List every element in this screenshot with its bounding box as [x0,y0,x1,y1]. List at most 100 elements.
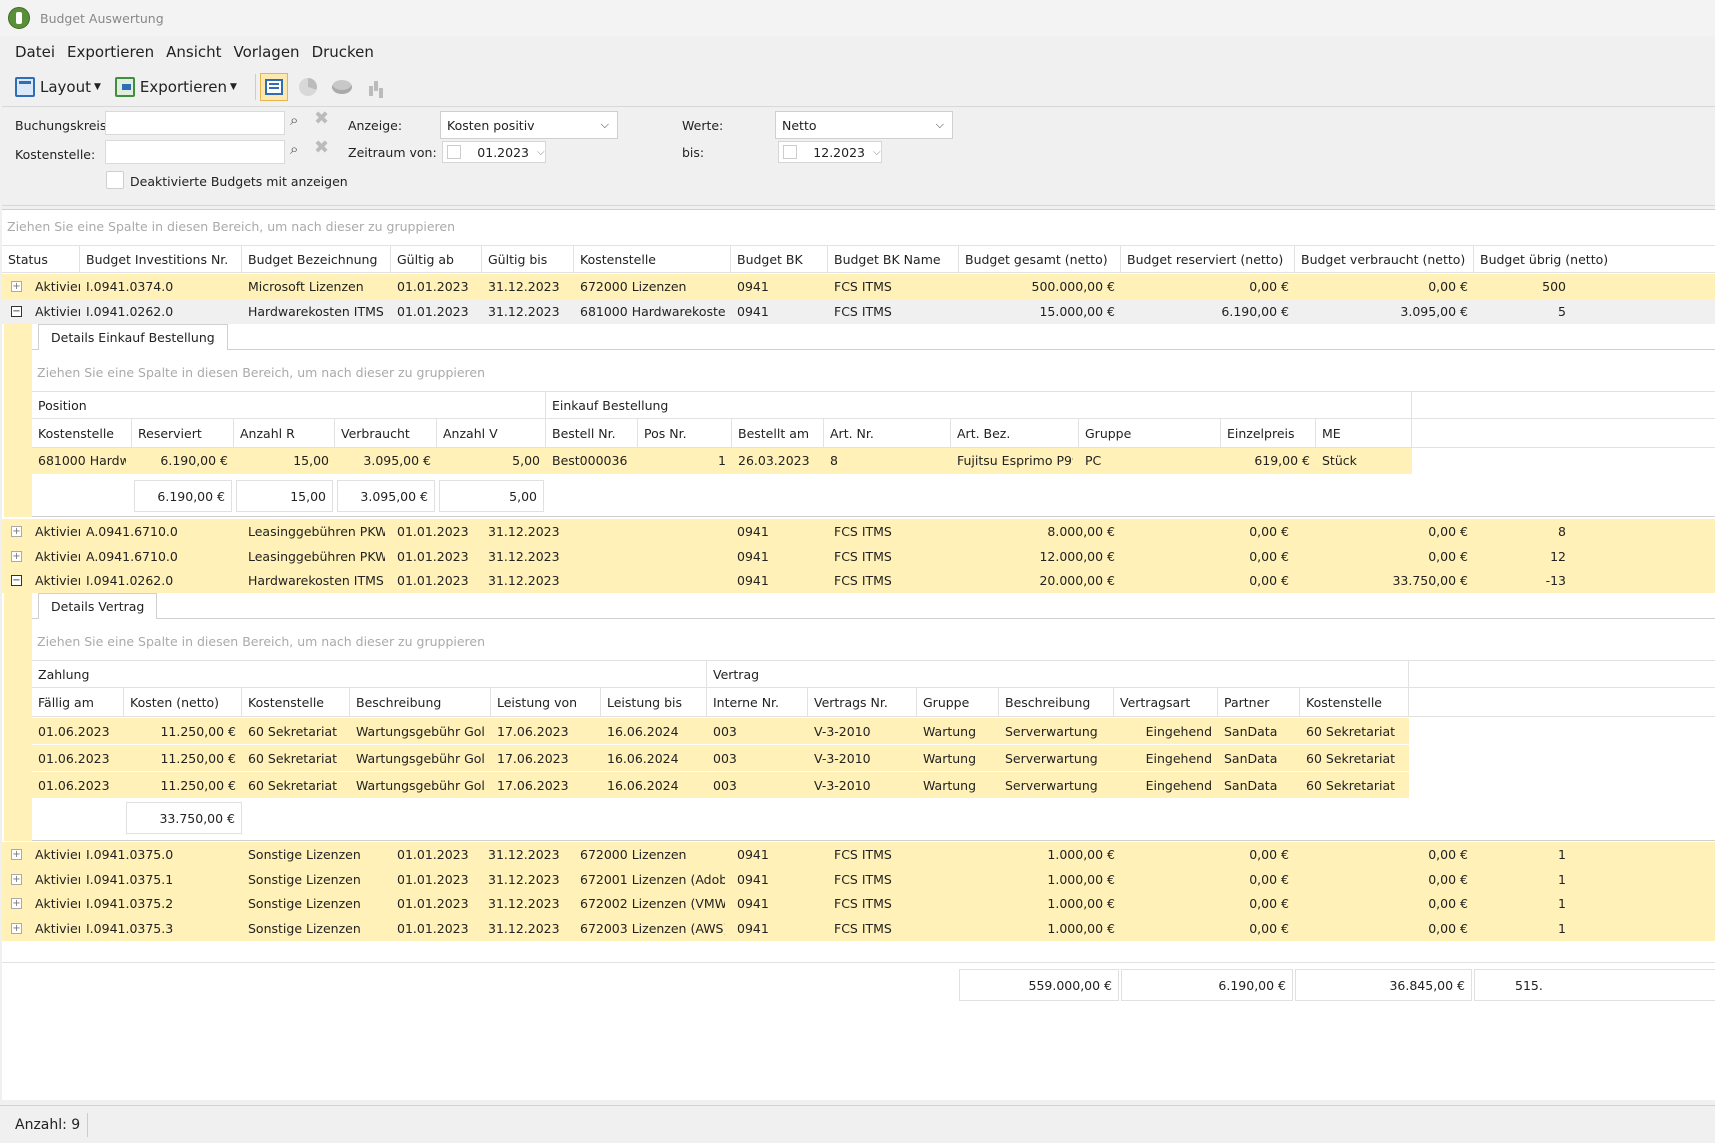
anzeige-select[interactable]: Kosten positiv ⌵ [440,111,618,139]
expand-icon[interactable]: + [11,551,22,562]
header-budget-bk-name[interactable]: Budget BK Name [828,246,959,272]
detail2-header-cell[interactable]: Kostenstelle [1300,688,1409,716]
header-bezeichnung[interactable]: Budget Bezeichnung [242,246,391,272]
detail2-cell: SanData [1224,724,1278,739]
detail2-tab-line [32,618,1715,619]
budget-row[interactable]: + Aktiviert I.0941.0374.0 Microsoft Lizenze… [2,274,1715,299]
menu-ansicht[interactable]: Ansicht [160,43,227,61]
budget-row[interactable]: + Aktiviert A.0941.6710.0 Leasinggebühren P… [2,519,1715,544]
detail1-header-cell[interactable]: ME [1316,419,1412,447]
budget-row[interactable]: − Aktiviert I.0941.0262.0 Hardwarekosten IT… [2,299,1715,324]
budget-cell: 0,00 € [1249,549,1289,564]
budget-cell: 0941 [737,549,769,564]
bis-checkbox[interactable] [783,145,797,159]
detail1-header-cell[interactable]: Reserviert [132,419,234,447]
detail2-header-cell[interactable]: Vertragsart [1114,688,1218,716]
table-view-button[interactable] [259,73,288,101]
werte-select[interactable]: Netto ⌵ [775,111,953,139]
detail1-header-cell[interactable]: Anzahl R [234,419,335,447]
budget-cell: Leasinggebühren PKW [248,524,385,539]
layout-button[interactable]: Layout ▼ [15,77,101,97]
detail2-row[interactable]: 01.06.2023 11.250,00 € 60 Sekretariat Wartu… [32,772,1409,798]
detail2-header-cell[interactable]: Kostenstelle [242,688,350,716]
detail1-header-cell[interactable]: Verbraucht [335,419,437,447]
detail1-header-cell[interactable]: Bestellt am [732,419,824,447]
menu-drucken[interactable]: Drucken [306,43,380,61]
header-budget-bk[interactable]: Budget BK [731,246,828,272]
detail1-header-cell[interactable]: Bestell Nr. [546,419,638,447]
band-zahlung: Zahlung [32,661,707,687]
detail1-row[interactable]: 681000 Hardw...6.190,00 €15,003.095,00 €… [32,448,1412,474]
kostenstelle-search-icon[interactable]: ⌕ [290,140,298,158]
budget-cell: FCS ITMS [834,847,892,862]
expand-icon[interactable]: + [11,923,22,934]
export-button[interactable]: Exportieren ▼ [114,77,237,97]
collapse-icon[interactable]: − [11,575,22,586]
detail1-header-cell[interactable]: Gruppe [1079,419,1221,447]
header-budget-uebrig[interactable]: Budget übrig (netto) [1474,246,1715,272]
detail2-cell: 11.250,00 € [160,751,236,766]
budget-cell: 8 [1558,524,1566,539]
detail1-header-cell[interactable]: Art. Bez. [951,419,1079,447]
menu-datei[interactable]: Datei [9,43,61,61]
menu-vorlagen[interactable]: Vorlagen [228,43,306,61]
budget-row[interactable]: + Aktiviert I.0941.0375.1 Sonstige Lizenzen… [2,867,1715,892]
budget-row[interactable]: + Aktiviert I.0941.0375.3 Sonstige Lizenzen… [2,916,1715,941]
header-status[interactable]: Status [2,246,80,272]
detail2-header-cell[interactable]: Beschreibung [350,688,491,716]
detail1-header-cell[interactable]: Einzelpreis [1221,419,1316,447]
detail2-header-cell[interactable]: Beschreibung [999,688,1114,716]
detail2-header-cell[interactable]: Partner [1218,688,1300,716]
header-budget-reserviert[interactable]: Budget reserviert (netto) [1121,246,1295,272]
expand-icon[interactable]: + [11,849,22,860]
budget-row[interactable]: + Aktiviert I.0941.0375.0 Sonstige Lizenzen… [2,842,1715,867]
budget-cell: A.0941.6710.0 [86,549,178,564]
detail2-total: 33.750,00 € [126,802,242,834]
expand-icon[interactable]: + [11,898,22,909]
header-gueltig-bis[interactable]: Gültig bis [482,246,574,272]
buchungskreis-input[interactable] [105,111,285,135]
header-gueltig-ab[interactable]: Gültig ab [391,246,482,272]
kostenstelle-input[interactable] [105,140,285,164]
tab-details-vertrag[interactable]: Details Vertrag [38,593,158,619]
detail2-header-cell[interactable]: Gruppe [917,688,999,716]
header-budget-gesamt[interactable]: Budget gesamt (netto) [959,246,1121,272]
budget-cell: 0,00 € [1428,524,1468,539]
detail2-header-cell[interactable]: Kosten (netto) [124,688,242,716]
bar-chart-button[interactable] [362,73,390,101]
zeitraum-von-picker[interactable]: 01.2023 ⌵ [442,141,546,163]
expand-icon[interactable]: + [11,281,22,292]
detail1-header-cell[interactable]: Pos Nr. [638,419,732,447]
tab-details-einkauf[interactable]: Details Einkauf Bestellung [38,324,228,350]
deaktivierte-checkbox[interactable] [106,171,124,189]
detail2-row[interactable]: 01.06.2023 11.250,00 € 60 Sekretariat Wartu… [32,745,1409,771]
detail2-header-cell[interactable]: Vertrags Nr. [808,688,917,716]
detail2-cell: 01.06.2023 [38,778,110,793]
budget-cell: FCS ITMS [834,872,892,887]
collapse-icon[interactable]: − [11,306,22,317]
buchungskreis-clear-icon[interactable]: ✖ [314,108,329,129]
detail2-row[interactable]: 01.06.2023 11.250,00 € 60 Sekretariat Wartu… [32,718,1409,744]
menu-exportieren[interactable]: Exportieren [61,43,160,61]
buchungskreis-search-icon[interactable]: ⌕ [290,111,298,129]
expand-icon[interactable]: + [11,874,22,885]
header-kostenstelle[interactable]: Kostenstelle [574,246,731,272]
kostenstelle-clear-icon[interactable]: ✖ [314,137,329,158]
bis-picker[interactable]: 12.2023 ⌵ [778,141,882,163]
budget-row[interactable]: − Aktiviert I.0941.0262.0 Hardwarekosten IT… [2,568,1715,593]
detail2-header-cell[interactable]: Fällig am [32,688,124,716]
detail1-header-cell[interactable]: Kostenstelle [32,419,132,447]
pie-chart-button[interactable] [294,73,322,101]
header-investitions-nr[interactable]: Budget Investitions Nr. [80,246,242,272]
budget-row[interactable]: + Aktiviert A.0941.6710.0 Leasinggebühren P… [2,544,1715,569]
detail1-header-cell[interactable]: Art. Nr. [824,419,951,447]
detail2-header-cell[interactable]: Leistung bis [601,688,707,716]
header-budget-verbraucht[interactable]: Budget verbraucht (netto) [1295,246,1474,272]
zeitraum-von-checkbox[interactable] [447,145,461,159]
budget-row[interactable]: + Aktiviert I.0941.0375.2 Sonstige Lizenzen… [2,891,1715,916]
detail2-header-cell[interactable]: Leistung von [491,688,601,716]
detail1-header-cell[interactable]: Anzahl V [437,419,546,447]
expand-icon[interactable]: + [11,526,22,537]
donut-chart-button[interactable] [328,73,356,101]
detail2-header-cell[interactable]: Interne Nr. [707,688,808,716]
